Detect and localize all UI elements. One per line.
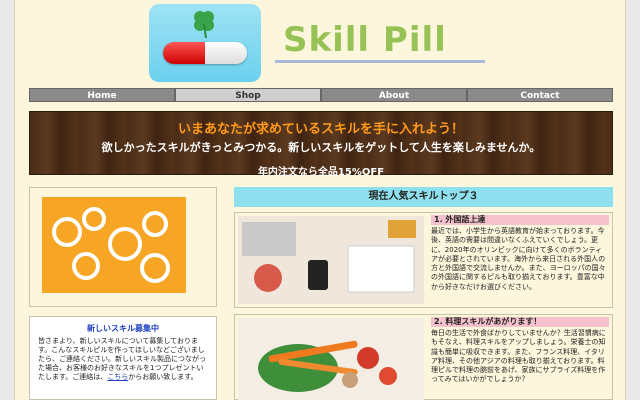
- news-title: 新しいスキル募集中: [87, 324, 159, 333]
- gears-illustration: [42, 197, 186, 293]
- nav-about[interactable]: About: [321, 88, 467, 102]
- news-body: 皆さまより、新しいスキルについて募集しております。こんなスキルピルを作ってほしい…: [38, 337, 208, 382]
- clover-icon: [194, 11, 214, 38]
- pill-icon: [163, 42, 247, 64]
- title-underline: [275, 60, 485, 63]
- nav-shop[interactable]: Shop: [175, 88, 321, 102]
- card-2-body: 毎日の生活で外食ばかりしていませんか？生活習慣病にもそなえ、料理スキルをアップし…: [431, 329, 606, 384]
- card-1-title: 1. 外国語上達: [431, 215, 609, 225]
- main-nav: Home Shop About Contact: [29, 88, 613, 102]
- logo[interactable]: [149, 4, 261, 82]
- banner-offer: 年内注文なら全品15%OFF: [257, 167, 385, 178]
- nav-home[interactable]: Home: [29, 88, 175, 102]
- card-1-body: 最近では、小学生から英語教育が始まっております。今後、英語の需要は間違いなくふえ…: [431, 227, 606, 291]
- card-2-title: 2. 料理スキルがあがります！: [431, 317, 609, 327]
- vegetables-photo: [238, 318, 424, 400]
- news-body-tail: からお願い致します。: [128, 373, 198, 381]
- sidebar-image-box: [29, 187, 217, 307]
- banner-headline: いまあなたが求めているスキルを手に入れよう！: [177, 122, 464, 137]
- page: Skill Pill Home Shop About Contact いまあなた…: [14, 0, 626, 400]
- banner-subline: 欲しかったスキルがきっとみつかる。新しいスキルをゲットして人生を楽しみませんか。: [101, 141, 541, 154]
- section-title: 現在人気スキルトップ３: [234, 187, 613, 207]
- sidebar-news: 新しいスキル募集中 皆さまより、新しいスキルについて募集しております。こんなスキ…: [29, 316, 217, 400]
- site-title: Skill Pill: [283, 20, 447, 60]
- skill-card-2: 2. 料理スキルがあがります！ 毎日の生活で外食ばかりしていませんか？生活習慣病…: [234, 314, 613, 400]
- nav-contact[interactable]: Contact: [467, 88, 613, 102]
- skill-card-1: 1. 外国語上達 最近では、小学生から英語教育が始まっております。今後、英語の需…: [234, 212, 613, 308]
- promo-banner: いまあなたが求めているスキルを手に入れよう！ 欲しかったスキルがきっとみつかる。…: [29, 111, 613, 178]
- news-contact-link[interactable]: こちら: [107, 373, 128, 381]
- desk-photo: [238, 216, 424, 304]
